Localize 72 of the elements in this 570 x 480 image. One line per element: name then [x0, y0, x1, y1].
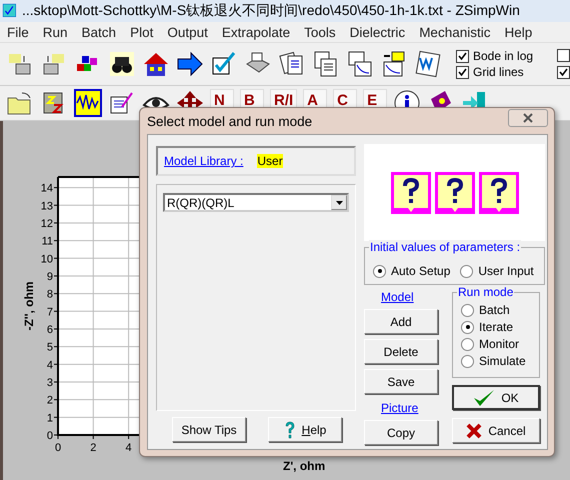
menu-item[interactable]: Batch — [74, 24, 124, 40]
binoculars-icon[interactable] — [108, 50, 136, 78]
ok-button[interactable]: OK — [452, 385, 540, 410]
menu-item[interactable]: File — [0, 24, 36, 40]
model-action-button[interactable]: Add — [364, 309, 438, 334]
checkbox-option[interactable]: Grid lines — [456, 65, 534, 79]
menu-item[interactable]: Help — [497, 24, 540, 40]
close-icon — [523, 113, 533, 123]
radio-option[interactable]: Simulate — [461, 354, 539, 368]
tick-label: 1 — [46, 412, 53, 424]
radio-option[interactable]: Auto Setup — [373, 264, 450, 278]
axis-title: Z', ohm — [283, 459, 326, 473]
picture-link[interactable]: Picture — [364, 402, 438, 415]
library-name: User — [257, 154, 283, 168]
radio-option[interactable]: Monitor — [461, 337, 539, 351]
help-button[interactable]: Help — [268, 417, 342, 442]
tick-label: 5 — [46, 342, 53, 354]
tick-label: 4 — [126, 442, 132, 454]
question-icon — [478, 172, 518, 214]
menu-item[interactable]: Mechanistic — [412, 24, 498, 40]
model-action-button[interactable]: Save — [364, 369, 438, 394]
tick-label: 4 — [46, 359, 53, 372]
model-dropdown[interactable]: R(QR)(QR)L — [163, 193, 349, 212]
checkbox[interactable] — [557, 66, 570, 79]
tick-label: 0 — [46, 430, 53, 442]
house-icon[interactable] — [142, 50, 170, 78]
group-title: Initial values of parameters : — [369, 240, 522, 254]
copy-button[interactable]: Copy — [364, 420, 438, 445]
window-title: ...sktop\Mott-Schottky\M-S钛板退火不同时间\redo\450\450-1h-1k.txt - ZSimpWin — [22, 2, 520, 20]
checkbox-option[interactable]: Bode in log — [456, 49, 534, 63]
tick-label: 14 — [40, 182, 53, 195]
menu-item[interactable]: Dielectric — [342, 24, 412, 40]
tick-label: 0 — [54, 442, 62, 454]
tick-label: 6 — [46, 324, 53, 336]
model-library-link[interactable]: Model Library : — [164, 154, 244, 168]
checkbox[interactable] — [557, 49, 570, 62]
waveform-icon[interactable] — [74, 89, 102, 117]
checkmark-icon — [559, 68, 568, 77]
charts-icon[interactable] — [346, 50, 374, 78]
question-icon — [390, 172, 430, 214]
radio-option[interactable]: User Input — [460, 264, 534, 278]
menu-item[interactable]: Output — [160, 24, 215, 40]
caret-icon — [336, 200, 342, 204]
question-icon — [434, 172, 474, 214]
cross-icon — [466, 422, 482, 438]
tick-label: 9 — [46, 270, 53, 283]
tick-label: 13 — [40, 200, 53, 212]
tick-label: 2 — [90, 442, 96, 454]
arrow-icon[interactable] — [176, 50, 204, 78]
tick-label: 3 — [46, 376, 53, 389]
menu-item[interactable]: Extrapolate — [214, 24, 298, 40]
show-tips-button[interactable]: Show Tips — [172, 417, 246, 442]
tick-label: 12 — [40, 218, 53, 230]
group-title: Run mode — [457, 285, 514, 299]
tick-label: 7 — [46, 306, 53, 318]
menu-item[interactable]: Plot — [123, 24, 160, 40]
close-button[interactable] — [508, 109, 548, 127]
radio-option[interactable]: Batch — [461, 303, 539, 317]
tick-label: 2 — [46, 394, 53, 407]
model-action-button[interactable]: Delete — [364, 339, 438, 364]
checkmark-icon — [473, 388, 496, 406]
menu-item[interactable]: Run — [36, 24, 75, 40]
axis-title: -Z'', ohm — [22, 281, 36, 331]
app-icon[interactable] — [2, 3, 18, 19]
tick-label: 8 — [46, 288, 53, 301]
radio-option[interactable]: Iterate — [461, 320, 539, 334]
tick-label: 11 — [42, 236, 53, 248]
cancel-button[interactable]: Cancel — [452, 418, 540, 443]
tick-label: 10 — [40, 253, 53, 266]
question-icon — [284, 420, 296, 438]
model-link[interactable]: Model — [364, 291, 438, 304]
menu-item[interactable]: Tools — [297, 24, 343, 40]
